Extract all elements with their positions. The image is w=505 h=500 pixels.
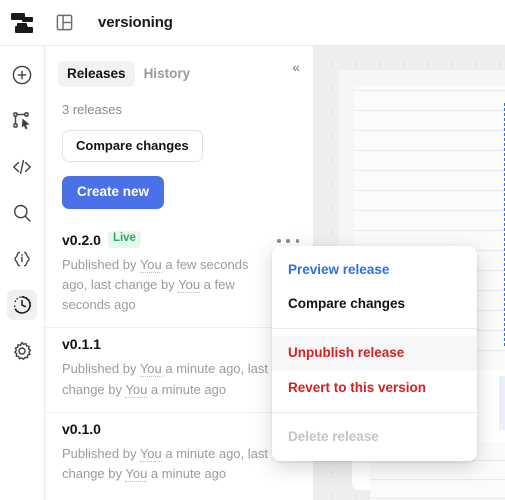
release-context-menu: Preview release Compare changes Unpublis… [272, 246, 477, 461]
menu-item-unpublish-release[interactable]: Unpublish release [272, 336, 477, 371]
meta-prefix: Published by [62, 445, 140, 461]
tab-releases[interactable]: Releases [58, 60, 135, 88]
menu-item-compare-changes[interactable]: Compare changes [272, 287, 477, 321]
meta-author-2: You [178, 277, 201, 294]
panel-toggle-button[interactable] [44, 0, 84, 46]
rail-item-code[interactable] [7, 152, 37, 182]
page-title: versioning [98, 14, 173, 31]
menu-separator [272, 328, 477, 330]
compare-changes-button[interactable]: Compare changes [62, 130, 203, 163]
meta-author-1: You [139, 256, 162, 273]
release-header: v0.1.1 [62, 336, 273, 352]
menu-separator [272, 411, 477, 413]
app-root: versioning Releases History « 3 releases… [0, 0, 505, 500]
rail-item-history[interactable] [7, 290, 37, 320]
rail-item-search[interactable] [7, 198, 37, 228]
create-new-row: Create new [45, 162, 313, 210]
select-node-icon [13, 112, 30, 130]
rail-item-settings[interactable] [7, 336, 37, 366]
create-new-button[interactable]: Create new [62, 176, 165, 210]
panel-layout-icon [56, 14, 72, 31]
meta-prefix: Published by [62, 256, 140, 272]
meta-suffix: a minute ago [147, 465, 227, 481]
compare-changes-row: Compare changes [45, 117, 313, 163]
gear-icon [13, 341, 32, 361]
panel-tabs: Releases History « [45, 46, 313, 90]
top-bar: versioning [0, 0, 505, 46]
app-logo-button[interactable] [0, 0, 44, 46]
release-version: v0.2.0 [62, 231, 101, 248]
release-version: v0.1.0 [62, 420, 101, 437]
release-version: v0.1.1 [62, 336, 101, 353]
search-icon [14, 204, 31, 222]
status-badge: Live [107, 231, 141, 248]
meta-author-2: You [125, 381, 148, 398]
menu-item-revert-to-this-version[interactable]: Revert to this version [272, 371, 477, 405]
history-clock-icon [13, 295, 32, 314]
meta-author-1: You [139, 445, 162, 462]
menu-item-delete-release: Delete release [288, 428, 379, 444]
meta-author-2: You [125, 465, 148, 482]
plus-circle-icon [12, 65, 32, 85]
layers-logo-icon [11, 12, 33, 33]
rail-item-data[interactable] [7, 244, 37, 274]
meta-prefix: Published by [62, 361, 140, 377]
menu-item-preview-release[interactable]: Preview release [272, 253, 477, 287]
release-meta: Published by You a minute ago, last chan… [62, 444, 273, 484]
collapse-panel-button[interactable]: « [292, 60, 300, 74]
rail-item-select[interactable] [7, 106, 37, 136]
release-meta: Published by You a few seconds ago, last… [62, 255, 273, 315]
tab-history[interactable]: History [135, 61, 200, 87]
release-header: v0.1.0 [62, 421, 273, 437]
highlight-block [499, 376, 505, 430]
json-braces-icon [14, 251, 30, 267]
release-header: v0.2.0 Live [62, 231, 273, 248]
release-meta: Published by You a minute ago, last chan… [62, 359, 273, 399]
left-rail [0, 46, 45, 500]
code-brackets-icon [13, 159, 31, 175]
meta-author-1: You [139, 361, 162, 378]
rail-item-add[interactable] [7, 60, 37, 90]
meta-suffix: a minute ago [147, 381, 227, 397]
release-count-label: 3 releases [62, 102, 122, 117]
